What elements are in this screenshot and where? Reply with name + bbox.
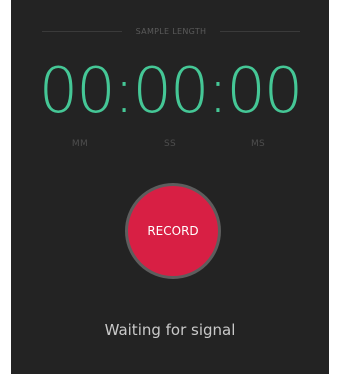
header-divider-left xyxy=(42,30,122,32)
recorder-panel: SAMPLE LENGTH 00:00:00 MM SS MS RECORD W… xyxy=(11,0,329,374)
status-text: Waiting for signal xyxy=(104,321,236,339)
milliseconds-label: MS xyxy=(250,139,266,149)
sample-length-label: SAMPLE LENGTH xyxy=(135,26,207,36)
header-divider-right xyxy=(220,30,301,32)
minutes-label: MM xyxy=(71,139,89,149)
timer-display: 00:00:00 xyxy=(38,54,303,127)
record-button[interactable]: RECORD xyxy=(125,183,221,279)
timer-unit-labels: MM SS MS xyxy=(11,139,329,151)
sample-length-header: SAMPLE LENGTH xyxy=(42,22,301,40)
seconds-label: SS xyxy=(163,139,177,149)
